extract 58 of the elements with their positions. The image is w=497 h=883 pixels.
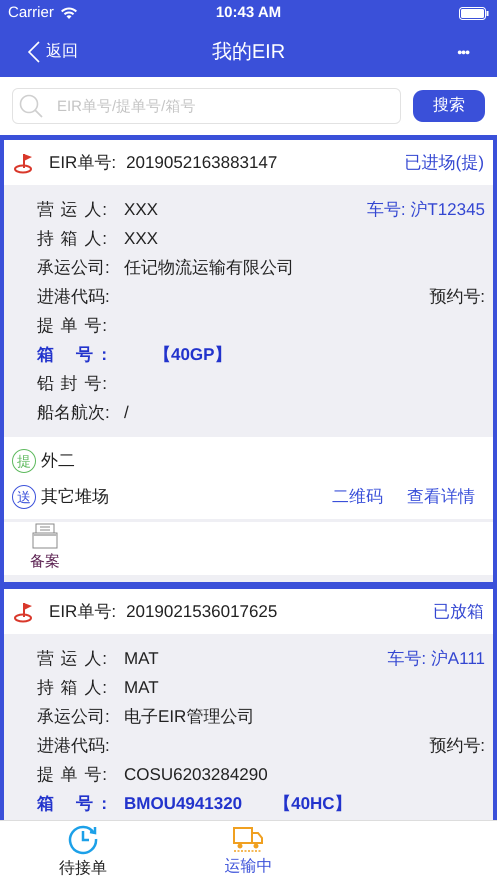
field-value: XXX: [124, 228, 158, 250]
badge: 送: [12, 485, 36, 509]
status-text: 已放箱: [433, 600, 484, 623]
container-size: 【40GP】: [154, 344, 232, 366]
battery-icon: [459, 7, 489, 20]
place-name: 其它堆场: [41, 486, 109, 508]
field-label: 营 运 人:: [37, 198, 107, 221]
truck-icon: [233, 825, 264, 853]
field-label: 承运公司:: [37, 706, 107, 728]
field-value: MAT: [124, 676, 159, 699]
field-label: 箱 号:: [37, 792, 107, 815]
clock-icon: [66, 823, 99, 855]
field-label: 进港代码:: [37, 734, 107, 757]
plate-number: 车号: 沪T12345: [366, 198, 485, 221]
field-value: /: [124, 402, 129, 424]
status-text: 已进场(提): [404, 152, 484, 174]
field-label: 铅 封 号:: [37, 372, 107, 395]
status-time: 10:43 AM: [216, 3, 282, 24]
field-label: 箱 号:: [37, 344, 107, 366]
field-label: 承运公司:: [37, 256, 107, 279]
field-value: 电子EIR管理公司: [124, 706, 254, 728]
plate-number: 车号: 沪A111: [387, 648, 485, 670]
place-name: 外二: [41, 450, 75, 472]
back-icon: [28, 41, 40, 63]
field-label: 提 单 号:: [37, 314, 107, 337]
field-label: 提 单 号:: [37, 764, 107, 786]
field-value: COSU6203284290: [124, 764, 268, 786]
field-value: XXX: [124, 198, 158, 221]
field-label: 营 运 人:: [37, 648, 107, 670]
wifi-icon: [60, 7, 78, 20]
tab-item[interactable]: 运输中: [166, 821, 332, 883]
field-label: 进港代码:: [37, 286, 107, 308]
badge: 提: [12, 449, 36, 473]
eir-number: 2019021536017625: [126, 600, 278, 623]
filing-button[interactable]: 备案: [30, 523, 60, 574]
link[interactable]: 查看详情: [407, 484, 475, 510]
search-icon: [18, 93, 44, 119]
field-label: 船名航次:: [37, 402, 107, 424]
field-label: 预约号:: [429, 734, 485, 757]
eir-label: EIR单号:: [49, 600, 116, 623]
search-button[interactable]: 搜索: [413, 90, 485, 122]
more-button[interactable]: •••: [457, 42, 469, 62]
field-value: 任记物流运输有限公司: [124, 256, 294, 279]
tab-item[interactable]: 待接单: [0, 821, 166, 883]
field-label: 持 箱 人:: [37, 676, 107, 699]
link[interactable]: 二维码: [332, 484, 383, 510]
field-label: 持 箱 人:: [37, 228, 107, 250]
search-field[interactable]: EIR单号/提单号/箱号: [12, 88, 401, 124]
back-button[interactable]: 返回: [28, 40, 78, 64]
container-size: 【40HC】: [274, 792, 352, 815]
eir-number: 2019052163883147: [126, 152, 278, 174]
eir-label: EIR单号:: [49, 152, 116, 174]
field-value: BMOU4941320: [124, 792, 242, 815]
tray-icon: [32, 523, 58, 550]
field-label: 预约号:: [429, 286, 485, 308]
field-value: MAT: [124, 648, 159, 670]
carrier-text: Carrier: [8, 3, 54, 24]
nav-title: 我的EIR: [212, 40, 286, 65]
